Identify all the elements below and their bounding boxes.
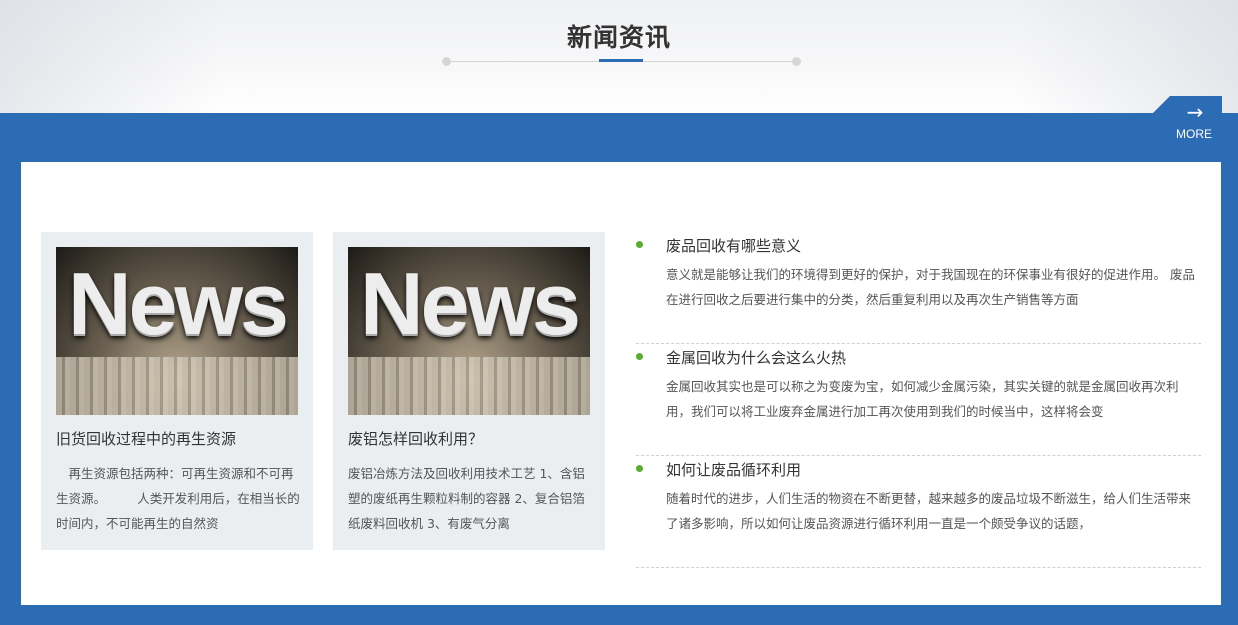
bullet-icon [636, 465, 643, 472]
bullet-icon [636, 241, 643, 248]
newspaper-texture [56, 357, 298, 415]
divider-dot-left [442, 57, 451, 66]
news-card-summary: 再生资源包括两种：可再生资源和不可再生资源。 人类开发利用后，在相当长的时间内，… [56, 466, 300, 531]
news-panel: News 旧货回收过程中的再生资源 再生资源包括两种：可再生资源和不可再生资源。… [21, 162, 1221, 605]
newspaper-texture [348, 357, 590, 415]
news-item-title[interactable]: 废品回收有哪些意义 [666, 235, 801, 256]
more-label[interactable]: MORE [1171, 127, 1217, 141]
news-card-summary: 废铝冶炼方法及回收利用技术工艺 1、含铝塑的废纸再生颗粒料制的容器 2、复合铝箔… [348, 466, 585, 531]
section-title: 新闻资讯 [566, 23, 671, 52]
news-item-summary: 意义就是能够让我们的环境得到更好的保护，对于我国现在的环保事业有很好的促进作用。… [666, 267, 1195, 307]
list-item[interactable]: 金属回收为什么会这么火热 金属回收其实也是可以称之为变废为宝，如何减少金属污染，… [636, 344, 1201, 456]
news-card[interactable]: News 旧货回收过程中的再生资源 再生资源包括两种：可再生资源和不可再生资源。… [41, 232, 313, 550]
news-item-title[interactable]: 金属回收为什么会这么火热 [666, 347, 846, 368]
news-card-title[interactable]: 旧货回收过程中的再生资源 [56, 428, 298, 449]
news-card[interactable]: News 废铝怎样回收利用？ 废铝冶炼方法及回收利用技术工艺 1、含铝塑的废纸再… [333, 232, 605, 550]
divider-dot-right [792, 57, 801, 66]
header-background [0, 0, 1238, 113]
thumbnail-news-word: News [360, 254, 581, 353]
arrow-right-icon[interactable]: → [1183, 100, 1207, 124]
news-thumbnail[interactable]: News [56, 247, 298, 415]
list-item[interactable]: 如何让废品循环利用 随着时代的进步，人们生活的物资在不断更替，越来越多的废品垃圾… [636, 456, 1201, 568]
title-accent-bar [599, 59, 643, 62]
news-item-summary: 随着时代的进步，人们生活的物资在不断更替，越来越多的废品垃圾不断滋生，给人们生活… [666, 491, 1192, 531]
news-card-title[interactable]: 废铝怎样回收利用？ [348, 428, 590, 449]
list-item[interactable]: 废品回收有哪些意义 意义就是能够让我们的环境得到更好的保护，对于我国现在的环保事… [636, 232, 1201, 344]
news-list: 废品回收有哪些意义 意义就是能够让我们的环境得到更好的保护，对于我国现在的环保事… [636, 232, 1201, 568]
thumbnail-news-word: News [68, 254, 289, 353]
bullet-icon [636, 353, 643, 360]
news-thumbnail[interactable]: News [348, 247, 590, 415]
news-item-summary: 金属回收其实也是可以称之为变废为宝，如何减少金属污染，其实关键的就是金属回收再次… [666, 379, 1179, 419]
news-item-title[interactable]: 如何让废品循环利用 [666, 459, 801, 480]
